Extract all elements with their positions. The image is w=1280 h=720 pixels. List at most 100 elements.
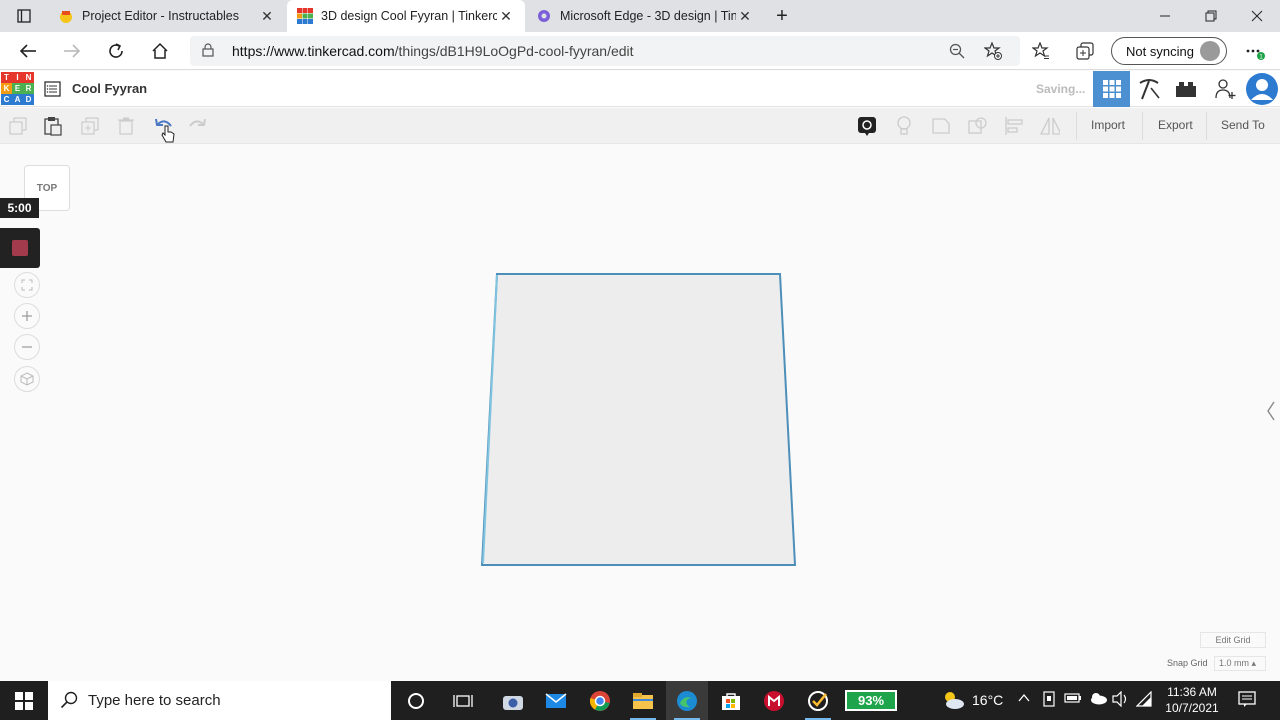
stop-icon <box>12 240 28 256</box>
store-icon[interactable] <box>710 681 752 720</box>
snap-grid-select[interactable]: 1.0 mm ▴ <box>1214 656 1266 671</box>
editor-toolbar: Import Export Send To <box>0 108 1280 144</box>
address-bar: https://www.tinkercad.com /things/dB1H9L… <box>0 32 1280 70</box>
minimize-icon[interactable] <box>1142 0 1188 32</box>
gear-favicon-icon <box>536 8 552 24</box>
align-icon[interactable] <box>1004 116 1024 136</box>
save-status: Saving... <box>1036 82 1086 96</box>
bricks-icon[interactable] <box>1167 71 1204 107</box>
blocks-pickaxe-icon[interactable] <box>1130 71 1167 107</box>
app-camera-icon[interactable] <box>492 681 534 720</box>
logo-letter: D <box>23 94 34 105</box>
edge-icon[interactable] <box>666 681 708 720</box>
hand-cursor-icon <box>158 124 178 144</box>
forward-arrow-icon[interactable] <box>57 36 87 66</box>
wifi-icon[interactable] <box>1135 690 1152 710</box>
tab-edge[interactable]: Microsoft Edge - 3D design | Tinkercad ✕ <box>526 0 764 32</box>
refresh-icon[interactable] <box>101 36 131 66</box>
tab-actions-icon[interactable] <box>4 0 44 32</box>
workplane-grid[interactable] <box>478 271 800 569</box>
snap-grid-label: Snap Grid <box>1167 658 1208 668</box>
windows-start-icon[interactable] <box>0 681 48 720</box>
meet-now-icon[interactable] <box>1042 691 1056 710</box>
perspective-icon[interactable] <box>14 366 40 392</box>
delete-icon[interactable] <box>116 116 136 136</box>
tinkercad-header: TINKERCAD Cool Fyyran Saving... <box>0 71 1280 107</box>
chevron-up-icon[interactable] <box>1018 691 1030 706</box>
task-view-icon[interactable] <box>442 681 484 720</box>
close-window-icon[interactable] <box>1234 0 1280 32</box>
favorites-icon[interactable] <box>1026 36 1056 66</box>
redo-icon[interactable] <box>188 116 208 136</box>
logo-letter: A <box>12 94 23 105</box>
temperature[interactable]: 16°C <box>972 692 1003 708</box>
taskbar-search-input[interactable]: Type here to search <box>48 681 391 720</box>
toolbar-divider <box>1076 112 1077 140</box>
avatar-icon <box>1200 41 1220 61</box>
volume-icon[interactable] <box>1112 690 1130 710</box>
chevron-left-icon[interactable] <box>1266 400 1280 424</box>
mcafee-icon[interactable] <box>753 681 795 720</box>
back-arrow-icon[interactable] <box>13 36 43 66</box>
tab-close-icon[interactable]: ✕ <box>497 8 515 25</box>
tinkercad-logo[interactable]: TINKERCAD <box>1 72 34 105</box>
restore-icon[interactable] <box>1188 0 1234 32</box>
cortana-icon[interactable] <box>395 681 437 720</box>
windows-taskbar: Type here to search 93% 16°C 11:36 AM 10… <box>0 681 1280 720</box>
clock[interactable]: 11:36 AM 10/7/2021 <box>1154 684 1230 716</box>
chrome-icon[interactable] <box>579 681 621 720</box>
import-button[interactable]: Import <box>1091 118 1125 132</box>
tab-title: Microsoft Edge - 3D design | Tinkercad <box>560 9 736 23</box>
design-menu-icon[interactable] <box>44 80 62 98</box>
instructables-favicon-icon <box>58 8 74 24</box>
collections-icon[interactable] <box>1070 36 1100 66</box>
tab-close-icon[interactable]: ✕ <box>258 8 276 25</box>
home-icon[interactable] <box>145 36 175 66</box>
notes-tool-icon[interactable] <box>857 116 877 136</box>
send-to-button[interactable]: Send To <box>1221 118 1265 132</box>
edit-grid-button[interactable]: Edit Grid <box>1200 632 1266 648</box>
fit-view-icon[interactable] <box>14 272 40 298</box>
tab-title: 3D design Cool Fyyran | Tinkercad <box>321 9 497 23</box>
weather-icon[interactable] <box>940 689 966 714</box>
ungroup-icon[interactable] <box>968 116 988 136</box>
tab-instructables[interactable]: Project Editor - Instructables ✕ <box>48 0 286 32</box>
more-options-icon[interactable]: 1 <box>1240 36 1270 66</box>
norton-icon[interactable] <box>797 681 839 720</box>
group-icon[interactable] <box>931 116 951 136</box>
duplicate-icon[interactable] <box>80 116 100 136</box>
export-button[interactable]: Export <box>1158 118 1193 132</box>
tab-close-icon[interactable]: ✕ <box>736 8 754 25</box>
url-host: https://www.tinkercad.com <box>232 43 395 59</box>
logo-letter: R <box>23 83 34 94</box>
copy-icon[interactable] <box>8 116 28 136</box>
file-explorer-icon[interactable] <box>622 681 664 720</box>
search-placeholder: Type here to search <box>88 692 221 709</box>
battery-tray-icon[interactable] <box>1064 691 1082 708</box>
onedrive-icon[interactable] <box>1088 691 1108 708</box>
design-name[interactable]: Cool Fyyran <box>72 81 147 96</box>
battery-indicator[interactable]: 93% <box>845 690 897 711</box>
logo-letter: I <box>12 72 23 83</box>
grid-view-icon[interactable] <box>1093 71 1130 107</box>
url-field[interactable]: https://www.tinkercad.com /things/dB1H9L… <box>190 36 1020 66</box>
paste-icon[interactable] <box>43 116 63 136</box>
zoom-icon[interactable] <box>942 36 972 66</box>
user-avatar-icon[interactable] <box>1243 71 1280 107</box>
mail-icon[interactable] <box>535 681 577 720</box>
profile-sync-button[interactable]: Not syncing <box>1111 37 1227 65</box>
add-user-icon[interactable] <box>1206 71 1243 107</box>
zoom-out-icon[interactable] <box>14 334 40 360</box>
tab-title: Project Editor - Instructables <box>82 9 240 23</box>
zoom-in-icon[interactable] <box>14 303 40 329</box>
lightbulb-icon[interactable] <box>894 116 914 136</box>
sync-label: Not syncing <box>1126 43 1194 59</box>
new-tab-button[interactable]: + <box>766 0 798 32</box>
tab-tinkercad[interactable]: 3D design Cool Fyyran | Tinkercad ✕ <box>287 0 525 32</box>
add-favorite-icon[interactable] <box>978 36 1008 66</box>
stop-recording-button[interactable] <box>0 228 40 268</box>
notifications-icon[interactable] <box>1238 691 1256 710</box>
logo-letter: E <box>12 83 23 94</box>
search-icon <box>60 691 78 714</box>
mirror-icon[interactable] <box>1040 116 1060 136</box>
